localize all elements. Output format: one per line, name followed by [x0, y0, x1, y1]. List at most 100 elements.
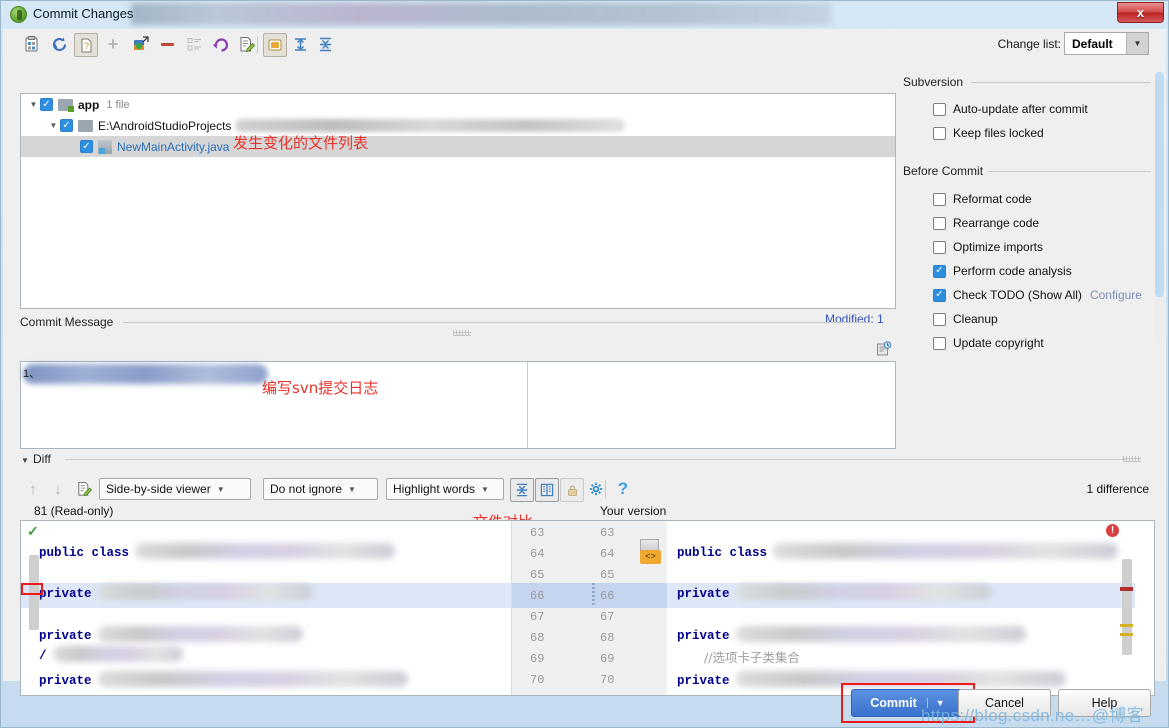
- toolbar-separator: [605, 480, 606, 498]
- checkbox-auto-update-after-commit[interactable]: Auto-update after commit: [933, 102, 1088, 116]
- checkbox-box[interactable]: [933, 126, 946, 140]
- commit-changes-window: Commit Changes x ? + Change list: Defaul…: [0, 0, 1169, 728]
- gear-icon[interactable]: [585, 478, 607, 500]
- section-divider: [988, 171, 1151, 172]
- options-scrollbar[interactable]: [1155, 72, 1164, 342]
- toolbar-separator: [257, 36, 258, 53]
- gutter-line-number: 63: [530, 526, 545, 540]
- tree-item-count: 1 file: [106, 98, 130, 111]
- checkbox-keep-files-locked[interactable]: Keep files locked: [933, 126, 1044, 140]
- annotation-file-list: 发生变化的文件列表: [233, 134, 369, 152]
- chevron-down-icon[interactable]: ▼: [21, 456, 29, 465]
- tree-checkbox[interactable]: ✓: [60, 119, 73, 132]
- chevron-down-icon[interactable]: ▼: [1126, 33, 1148, 54]
- before-commit-section-title: Before Commit: [903, 164, 984, 178]
- code-text: public class: [39, 546, 130, 560]
- changed-files-tree[interactable]: ▼ ✓ app 1 file ▼ ✓ E:\AndroidStudioProje…: [20, 93, 896, 309]
- annotation-commit-message: 编写svn提交日志: [262, 379, 379, 397]
- move-to-changelist-icon[interactable]: [129, 33, 151, 55]
- edit-source-icon[interactable]: [73, 478, 95, 500]
- gutter-line-number: 69: [600, 652, 615, 666]
- side-by-side-columns-icon[interactable]: [535, 478, 559, 502]
- delete-icon[interactable]: [156, 33, 178, 55]
- checkbox-box[interactable]: [933, 336, 946, 350]
- chevron-down-icon[interactable]: ▼: [27, 98, 40, 111]
- code-line: /: [21, 646, 511, 671]
- group-by-icon: [183, 33, 205, 55]
- diff-left-pane[interactable]: ✓ public class private private / private: [21, 521, 511, 695]
- left-pane-header: 81 (Read-only): [34, 504, 114, 518]
- code-folding-tag[interactable]: <>: [640, 550, 661, 564]
- expand-all-icon[interactable]: [289, 33, 311, 55]
- gutter-line-number: 67: [600, 610, 615, 624]
- checkbox-box[interactable]: [933, 192, 946, 206]
- checkbox-box[interactable]: ✓: [933, 264, 946, 278]
- chevron-down-icon[interactable]: ▼: [47, 119, 60, 132]
- checkbox-box[interactable]: [933, 102, 946, 116]
- diff-section-title: Diff: [33, 452, 57, 466]
- commit-button-label: Commit: [870, 696, 917, 710]
- commit-message-blurred-text: [23, 364, 268, 384]
- checkbox-optimize-imports[interactable]: Optimize imports: [933, 240, 1043, 254]
- commit-options-panel: Subversion Auto-update after commit Keep…: [903, 69, 1165, 709]
- gutter-line-number: 68: [530, 631, 545, 645]
- checkbox-check-todo[interactable]: ✓ Check TODO (Show All) Configure: [933, 288, 1142, 302]
- checkbox-update-copyright[interactable]: Update copyright: [933, 336, 1044, 350]
- configure-link[interactable]: Configure: [1090, 288, 1142, 302]
- android-studio-icon: [10, 6, 27, 23]
- refresh-icon[interactable]: [48, 33, 70, 55]
- tree-row[interactable]: ✓ NewMainActivity.java: [21, 136, 895, 157]
- gutter-line-number: 65: [600, 568, 615, 582]
- lock-icon: [560, 478, 584, 502]
- highlight-mode-dropdown[interactable]: Highlight words ▼: [386, 478, 504, 500]
- dialog-client-area: ? + Change list: Default ▼ ▼ ✓ app 1 fil…: [3, 29, 1166, 696]
- splitter-grip[interactable]: [453, 330, 471, 336]
- scrollbar-thumb[interactable]: [1155, 72, 1164, 297]
- folder-icon: [78, 119, 93, 132]
- group-by-directory-icon[interactable]: [263, 33, 287, 57]
- tree-row[interactable]: ▼ ✓ app 1 file: [21, 94, 895, 115]
- collapse-all-icon[interactable]: [314, 33, 336, 55]
- tree-checkbox[interactable]: ✓: [80, 140, 93, 153]
- commit-message-input[interactable]: 1、: [20, 361, 896, 449]
- code-text: /: [39, 649, 47, 663]
- checkbox-reformat-code[interactable]: Reformat code: [933, 192, 1032, 206]
- unversioned-files-icon[interactable]: ?: [74, 33, 98, 57]
- window-title: Commit Changes: [33, 6, 134, 21]
- viewer-mode-dropdown[interactable]: Side-by-side viewer ▼: [99, 478, 251, 500]
- checkbox-box[interactable]: [933, 216, 946, 230]
- ignore-mode-label: Do not ignore: [270, 482, 343, 496]
- code-blur: [52, 646, 183, 662]
- show-diff-icon[interactable]: [20, 33, 42, 55]
- collapse-unchanged-icon[interactable]: [510, 478, 534, 502]
- tree-row[interactable]: ▼ ✓ E:\AndroidStudioProjects: [21, 115, 895, 136]
- gutter-line-number: 63: [600, 526, 615, 540]
- ignore-mode-dropdown[interactable]: Do not ignore ▼: [263, 478, 378, 500]
- revert-icon[interactable]: [209, 33, 231, 55]
- checkbox-box[interactable]: ✓: [933, 288, 946, 302]
- checkbox-cleanup[interactable]: Cleanup: [933, 312, 998, 326]
- edit-source-icon[interactable]: [235, 33, 257, 55]
- watermark: https://blog.csdn.ne…@博客: [921, 706, 1144, 725]
- chevron-down-icon: ▼: [481, 484, 489, 494]
- message-history-icon[interactable]: [876, 341, 892, 357]
- code-text: private: [39, 587, 92, 601]
- gutter-line-number: 66: [600, 589, 615, 603]
- close-icon[interactable]: x: [1117, 2, 1164, 23]
- tree-checkbox[interactable]: ✓: [40, 98, 53, 111]
- checkbox-label: Rearrange code: [953, 216, 1040, 230]
- checkbox-rearrange-code[interactable]: Rearrange code: [933, 216, 1039, 230]
- checkbox-box[interactable]: [933, 240, 946, 254]
- chevron-down-icon: ▼: [348, 484, 356, 494]
- tree-item-label: E:\AndroidStudioProjects: [98, 118, 232, 133]
- help-icon[interactable]: ?: [612, 478, 634, 500]
- checkbox-label: Perform code analysis: [953, 264, 1072, 278]
- change-list-dropdown[interactable]: Default ▼: [1064, 32, 1149, 55]
- message-panel-divider: [527, 362, 528, 448]
- checkbox-perform-code-analysis[interactable]: ✓ Perform code analysis: [933, 264, 1072, 278]
- code-blur: [135, 543, 396, 559]
- checkbox-label: Update copyright: [953, 336, 1044, 350]
- folder-green-icon: [58, 98, 74, 112]
- checkbox-box[interactable]: [933, 312, 946, 326]
- highlight-mode-label: Highlight words: [393, 482, 476, 496]
